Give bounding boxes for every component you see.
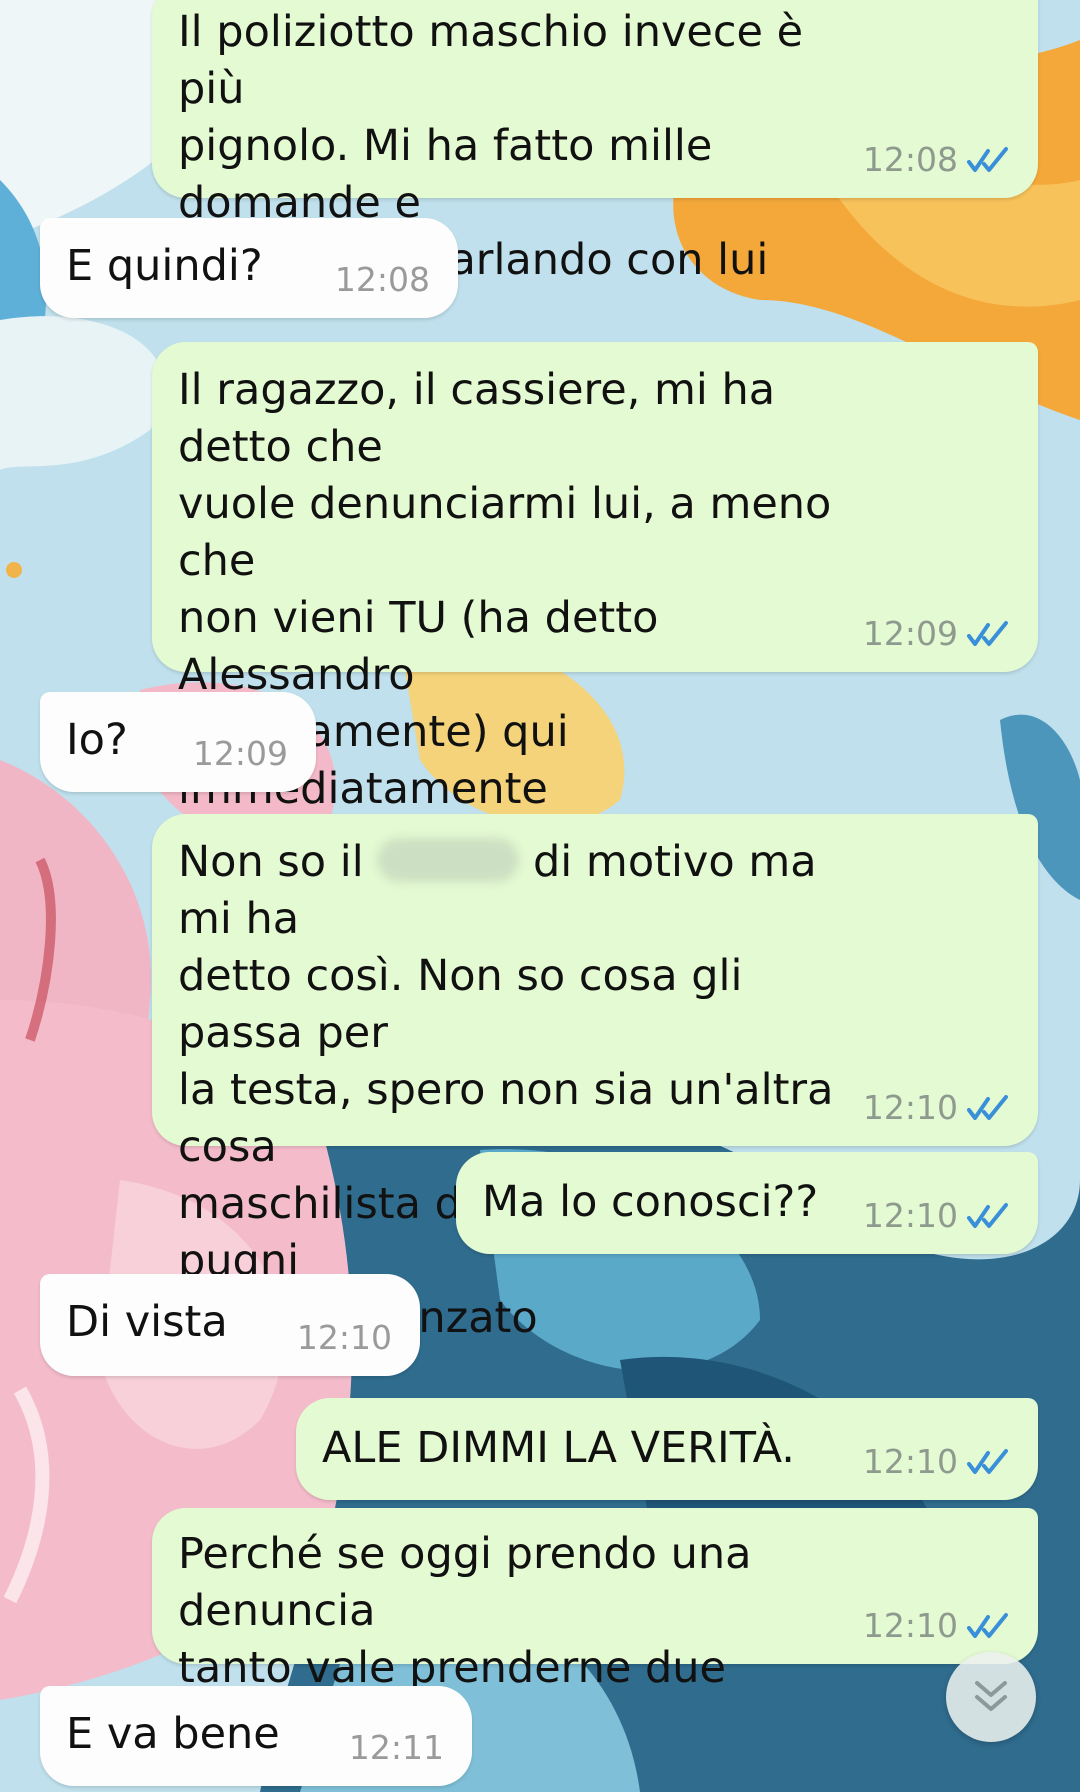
message-incoming-4[interactable]: E va bene 12:11 <box>40 1686 472 1786</box>
message-time: 12:10 <box>862 1442 958 1481</box>
message-text: E va bene <box>66 1709 280 1759</box>
read-ticks-icon <box>967 621 1008 646</box>
message-time: 12:10 <box>862 1606 958 1645</box>
message-outgoing-4[interactable]: Ma lo conosci?? 12:10 <box>456 1152 1038 1254</box>
message-meta: 12:10 <box>863 1088 1012 1128</box>
message-outgoing-2[interactable]: Il ragazzo, il cassiere, mi ha detto che… <box>152 342 1038 814</box>
message-text: Non so il di motivo ma mi ha detto così.… <box>178 834 878 1347</box>
message-time: 12:08 <box>334 260 430 299</box>
read-ticks-icon <box>967 1613 1008 1638</box>
message-meta: 12:10 <box>863 1606 1012 1646</box>
message-time: 12:08 <box>862 140 958 179</box>
message-time: 12:09 <box>862 614 958 653</box>
message-meta: 12:10 <box>863 1196 1012 1236</box>
message-time: 12:10 <box>296 1318 392 1357</box>
message-text: Io? <box>66 715 128 765</box>
message-meta: 12:10 <box>297 1318 392 1358</box>
message-meta: 12:08 <box>863 140 1012 180</box>
message-meta: 12:09 <box>863 614 1012 654</box>
message-meta: 12:11 <box>349 1728 444 1768</box>
message-text: Perché se oggi prendo una denuncia tanto… <box>178 1529 752 1693</box>
message-meta: 12:08 <box>335 260 430 300</box>
message-incoming-1[interactable]: E quindi? 12:08 <box>40 218 458 318</box>
read-ticks-icon <box>967 147 1008 172</box>
message-text: Ma lo conosci?? <box>482 1177 819 1227</box>
message-meta: 12:09 <box>193 734 288 774</box>
message-time: 12:10 <box>862 1196 958 1235</box>
message-incoming-2[interactable]: Io? 12:09 <box>40 692 316 792</box>
message-meta: 12:10 <box>863 1442 1012 1482</box>
read-ticks-icon <box>967 1095 1008 1120</box>
message-text: E quindi? <box>66 241 263 291</box>
message-time: 12:10 <box>862 1088 958 1127</box>
message-text-before-redaction: Non so il <box>178 837 364 887</box>
message-outgoing-6[interactable]: Perché se oggi prendo una denuncia tanto… <box>152 1508 1038 1693</box>
double-chevron-down-icon <box>975 1681 1007 1711</box>
message-time: 12:11 <box>348 1728 444 1767</box>
message-outgoing-5[interactable]: ALE DIMMI LA VERITÀ. 12:10 <box>296 1398 1038 1500</box>
message-text-after-redaction: di motivo ma mi ha detto così. Non so co… <box>178 837 844 1343</box>
message-text: ALE DIMMI LA VERITÀ. <box>322 1423 795 1473</box>
scroll-to-bottom-button[interactable] <box>946 1652 1036 1742</box>
message-incoming-3[interactable]: Di vista 12:10 <box>40 1274 420 1376</box>
redacted-blur <box>377 838 520 882</box>
message-outgoing-1[interactable]: Il poliziotto maschio invece è più pigno… <box>152 0 1038 285</box>
message-text: Di vista <box>66 1297 228 1347</box>
message-time: 12:09 <box>192 734 288 773</box>
read-ticks-icon <box>967 1203 1008 1228</box>
message-outgoing-3[interactable]: Non so il di motivo ma mi ha detto così.… <box>152 814 1038 1343</box>
read-ticks-icon <box>967 1449 1008 1474</box>
